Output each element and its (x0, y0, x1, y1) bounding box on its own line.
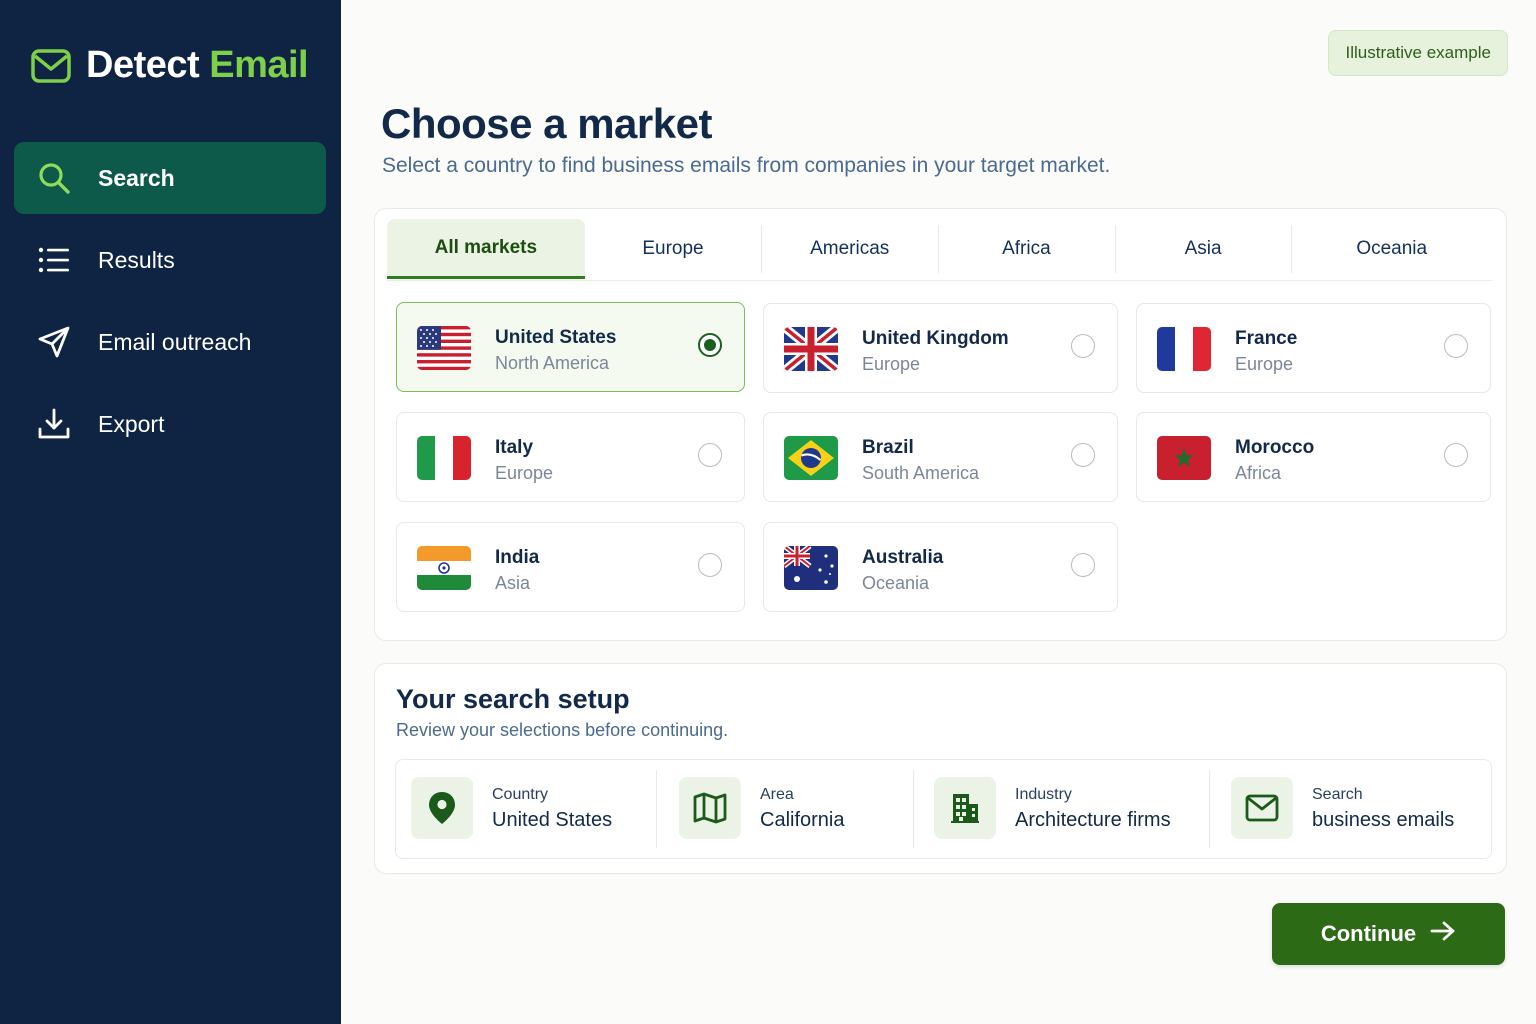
tab-americas[interactable]: Americas (761, 219, 938, 279)
setup-item-value: United States (492, 809, 613, 831)
setup-item-area[interactable]: Area California (656, 760, 913, 858)
arrow-right-icon (1430, 920, 1456, 948)
mail-icon (30, 45, 72, 87)
country-card-india[interactable]: India Asia (396, 522, 745, 612)
india-flag-icon (417, 546, 471, 590)
setup-item-search[interactable]: Search business emails (1209, 760, 1491, 858)
tab-oceania[interactable]: Oceania (1291, 219, 1492, 279)
italy-flag-icon (417, 436, 471, 480)
setup-summary: Country United States Area California In… (395, 759, 1492, 859)
tab-all-markets[interactable]: All markets (387, 219, 585, 279)
country-region: Africa (1235, 463, 1282, 483)
send-icon (36, 324, 72, 360)
country-radio[interactable] (1071, 334, 1095, 358)
country-radio[interactable] (1071, 553, 1095, 577)
country-name: United Kingdom (862, 328, 1009, 349)
country-name: France (1235, 328, 1298, 349)
country-card-brazil[interactable]: Brazil South America (763, 412, 1118, 502)
sidebar-item-results[interactable]: Results (14, 224, 326, 296)
sidebar-item-label: Results (98, 246, 175, 273)
brazil-flag-icon (784, 436, 838, 480)
map-pin-icon (411, 777, 473, 839)
continue-button[interactable]: Continue (1272, 903, 1505, 965)
list-icon (36, 242, 72, 278)
setup-title: Your search setup (396, 684, 630, 714)
country-card-australia[interactable]: Australia Oceania (763, 522, 1118, 612)
sidebar-item-label: Email outreach (98, 328, 252, 355)
setup-item-label: Search (1312, 786, 1363, 803)
us-flag-icon (417, 326, 471, 370)
markets-card: All markets Europe Americas Africa Asia … (374, 208, 1507, 641)
illustrative-badge: Illustrative example (1328, 30, 1508, 76)
sidebar-nav: Search Results Email outreach Export (14, 142, 326, 470)
country-name: United States (495, 327, 617, 348)
mail-icon (1231, 777, 1293, 839)
building-icon (934, 777, 996, 839)
country-name: India (495, 547, 540, 568)
country-radio[interactable] (698, 333, 722, 357)
setup-item-label: Country (492, 786, 549, 803)
page-subtitle: Select a country to find business emails… (382, 154, 1111, 177)
uk-flag-icon (784, 327, 838, 371)
country-card-united-states[interactable]: United States North America (396, 302, 745, 392)
sidebar-item-search[interactable]: Search (14, 142, 326, 214)
brand-logo[interactable]: Detect Email (30, 44, 309, 87)
setup-item-label: Industry (1015, 786, 1072, 803)
country-region: Europe (495, 463, 554, 483)
australia-flag-icon (784, 546, 838, 590)
country-region: Europe (1235, 354, 1294, 374)
country-name: Australia (862, 547, 944, 568)
search-icon (36, 160, 72, 196)
setup-item-industry[interactable]: Industry Architecture firms (913, 760, 1209, 858)
country-radio[interactable] (1071, 443, 1095, 467)
country-radio[interactable] (698, 553, 722, 577)
download-icon (36, 406, 72, 442)
country-region: North America (495, 353, 610, 373)
setup-item-value: business emails (1312, 809, 1455, 831)
tab-europe[interactable]: Europe (585, 219, 762, 279)
search-setup-card: Your search setup Review your selections… (374, 663, 1507, 874)
region-tabs: All markets Europe Americas Africa Asia … (387, 219, 1492, 281)
setup-item-country[interactable]: Country United States (396, 760, 656, 858)
country-radio[interactable] (1444, 334, 1468, 358)
country-radio[interactable] (1444, 443, 1468, 467)
country-radio[interactable] (698, 443, 722, 467)
setup-subtitle: Review your selections before continuing… (396, 720, 729, 740)
sidebar-item-export[interactable]: Export (14, 388, 326, 460)
setup-item-label: Area (760, 786, 794, 803)
country-region: Europe (862, 354, 921, 374)
country-card-italy[interactable]: Italy Europe (396, 412, 745, 502)
country-region: Oceania (862, 573, 930, 593)
sidebar: Detect Email Search Results Email outrea… (0, 0, 341, 1024)
country-region: Asia (495, 573, 531, 593)
morocco-flag-icon (1157, 436, 1211, 480)
continue-label: Continue (1320, 921, 1417, 946)
france-flag-icon (1157, 327, 1211, 371)
country-card-morocco[interactable]: Morocco Africa (1136, 412, 1491, 502)
sidebar-item-email-outreach[interactable]: Email outreach (14, 306, 326, 378)
country-card-united-kingdom[interactable]: United Kingdom Europe (763, 303, 1118, 393)
setup-item-value: Architecture firms (1015, 809, 1171, 831)
country-name: Italy (495, 437, 534, 458)
country-name: Brazil (862, 437, 914, 458)
map-icon (679, 777, 741, 839)
tab-africa[interactable]: Africa (938, 219, 1115, 279)
sidebar-item-label: Search (98, 164, 175, 191)
country-region: South America (862, 463, 980, 483)
setup-item-value: California (760, 809, 845, 831)
tab-asia[interactable]: Asia (1114, 219, 1292, 279)
brand-name: Detect Email (86, 44, 309, 86)
country-name: Morocco (1235, 437, 1315, 458)
sidebar-item-label: Export (98, 410, 165, 437)
country-card-france[interactable]: France Europe (1136, 303, 1491, 393)
page-title: Choose a market (381, 100, 712, 147)
